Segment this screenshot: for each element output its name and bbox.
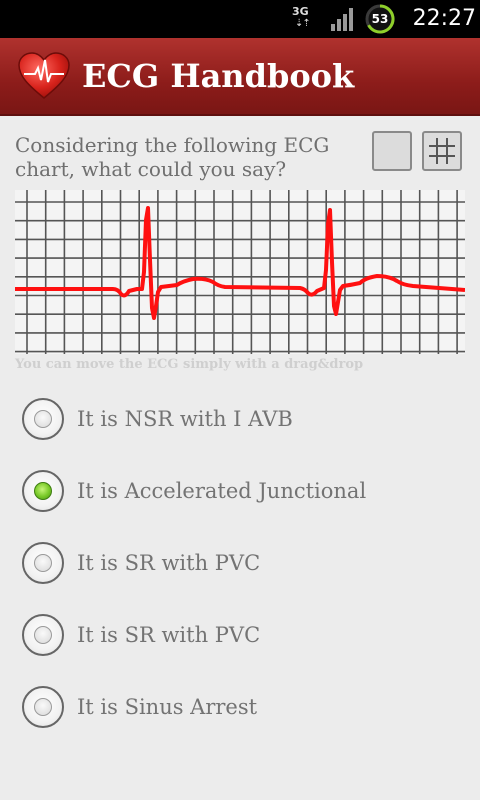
radio-indicator bbox=[34, 698, 52, 716]
radio-button[interactable] bbox=[22, 614, 64, 656]
clock: 22:27 bbox=[412, 6, 476, 31]
radio-indicator bbox=[34, 554, 52, 572]
plain-background-button[interactable] bbox=[372, 131, 412, 171]
option-item[interactable]: It is SR with PVC bbox=[0, 605, 480, 665]
ecg-grid bbox=[15, 190, 465, 354]
ecg-chart[interactable] bbox=[15, 190, 465, 354]
radio-button-checked[interactable] bbox=[22, 470, 64, 512]
option-label: It is SR with PVC bbox=[77, 623, 261, 647]
network-3g-icon: 3G ⇣⇡ bbox=[290, 5, 318, 32]
grid-icon bbox=[429, 138, 455, 164]
option-label: It is Sinus Arrest bbox=[77, 695, 258, 719]
option-item[interactable]: It is NSR with I AVB bbox=[0, 389, 480, 449]
battery-level: 53 bbox=[371, 12, 389, 26]
option-label: It is Accelerated Junctional bbox=[77, 479, 367, 503]
drag-hint: You can move the ECG simply with a drag&… bbox=[15, 357, 364, 372]
option-item[interactable]: It is SR with PVC bbox=[0, 533, 480, 593]
option-label: It is SR with PVC bbox=[77, 551, 261, 575]
action-bar: ECG Handbook bbox=[0, 38, 480, 116]
status-bar: 3G ⇣⇡ 53 22:27 bbox=[0, 0, 480, 38]
radio-button[interactable] bbox=[22, 542, 64, 584]
question-text: Considering the following ECG chart, wha… bbox=[15, 133, 330, 181]
battery-ring-icon: 53 bbox=[365, 4, 395, 34]
radio-button[interactable] bbox=[22, 686, 64, 728]
network-arrows: ⇣⇡ bbox=[295, 18, 311, 29]
signal-bars-icon bbox=[330, 6, 356, 32]
option-item[interactable]: It is Accelerated Junctional bbox=[0, 461, 480, 521]
option-item[interactable]: It is Sinus Arrest bbox=[0, 677, 480, 737]
radio-indicator bbox=[34, 482, 52, 500]
radio-indicator bbox=[34, 410, 52, 428]
option-label: It is NSR with I AVB bbox=[77, 407, 293, 431]
grid-toggle-button[interactable] bbox=[422, 131, 462, 171]
radio-button[interactable] bbox=[22, 398, 64, 440]
radio-indicator bbox=[34, 626, 52, 644]
network-label: 3G bbox=[292, 5, 309, 18]
heart-ecg-icon bbox=[18, 52, 70, 100]
app-title: ECG Handbook bbox=[82, 57, 355, 95]
